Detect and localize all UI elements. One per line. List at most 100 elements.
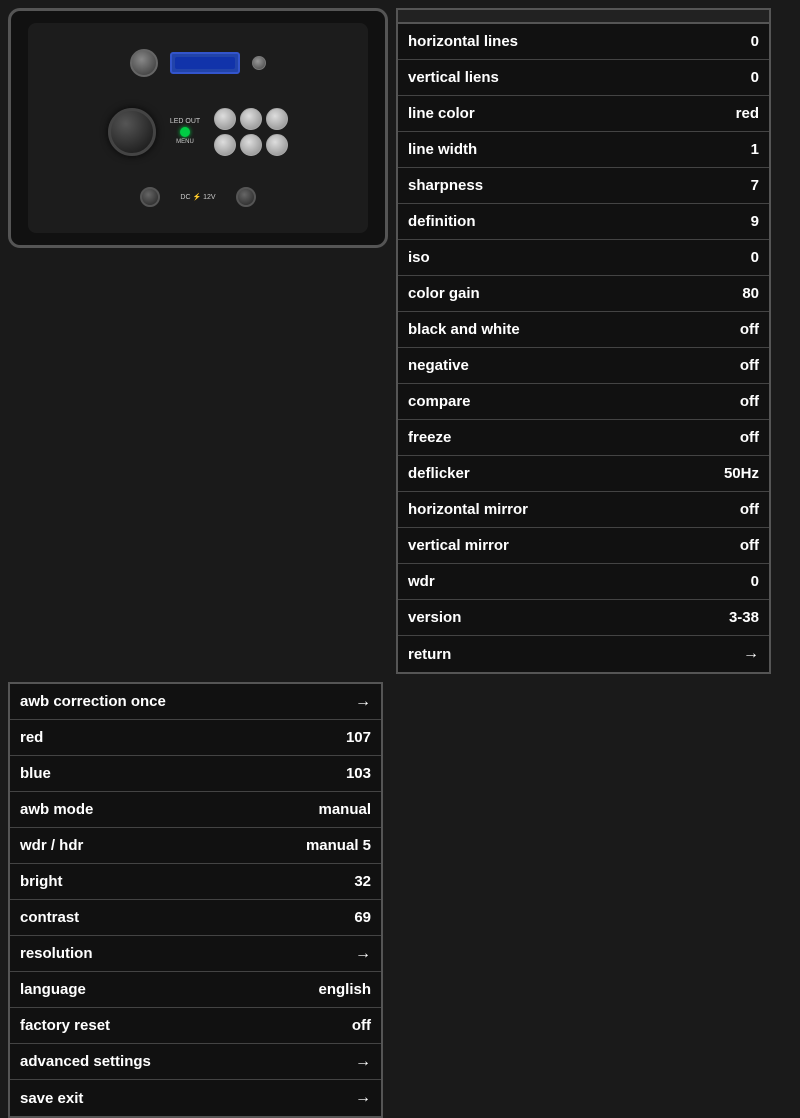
camera-led-indicator <box>180 127 190 137</box>
right-row-value-5: 9 <box>751 213 759 230</box>
left-menu-panel: awb correction once → red 107 blue 103 awb mod… <box>8 682 383 1118</box>
left-row-value-9: off <box>352 1017 371 1034</box>
right-row-value-8: off <box>740 321 759 338</box>
left-row-value-4: manual 5 <box>306 837 371 854</box>
camera-port-right <box>236 187 256 207</box>
right-menu-row-12[interactable]: deflicker50Hz <box>398 456 769 492</box>
left-menu-row-11[interactable]: save exit → <box>10 1080 381 1116</box>
left-menu-row-6[interactable]: contrast 69 <box>10 900 381 936</box>
left-menu-row-7[interactable]: resolution→ <box>10 936 381 972</box>
camera-btn-2 <box>240 108 262 130</box>
right-menu-row-2[interactable]: line colorred <box>398 96 769 132</box>
right-menu-row-14[interactable]: vertical mirror off <box>398 528 769 564</box>
camera-vga-port <box>170 52 240 74</box>
left-row-label-1: red <box>20 729 43 746</box>
left-row-label-6: contrast <box>20 909 79 926</box>
right-menu-row-6[interactable]: iso 0 <box>398 240 769 276</box>
camera-btn-6 <box>266 134 288 156</box>
left-menu-row-9[interactable]: factory resetoff <box>10 1008 381 1044</box>
left-row-value-0: → <box>355 693 371 711</box>
right-menu-row-9[interactable]: negativeoff <box>398 348 769 384</box>
camera-btn-3 <box>266 108 288 130</box>
left-menu-row-5[interactable]: bright 32 <box>10 864 381 900</box>
left-row-label-11: save exit <box>20 1090 83 1107</box>
camera-body: LED OUT MENU DC ⚡ 12V <box>28 23 368 233</box>
right-row-value-16: 3-38 <box>729 609 759 626</box>
left-menu-row-0[interactable]: awb correction once → <box>10 684 381 720</box>
right-row-value-12: 50Hz <box>724 465 759 482</box>
right-row-value-15: 0 <box>751 573 759 590</box>
right-row-value-9: off <box>740 357 759 374</box>
left-row-value-2: 103 <box>346 765 371 782</box>
camera-btn-4 <box>214 134 236 156</box>
left-row-label-2: blue <box>20 765 51 782</box>
panels-row: awb correction once → red 107 blue 103 awb mod… <box>8 682 792 1118</box>
right-menu-row-15[interactable]: wdr 0 <box>398 564 769 600</box>
left-menu-row-10[interactable]: advanced settings→ <box>10 1044 381 1080</box>
right-panel-header <box>398 10 769 24</box>
right-row-label-10: compare <box>408 393 471 410</box>
camera-knob-left <box>130 49 158 77</box>
left-row-value-11: → <box>355 1089 371 1107</box>
left-row-label-10: advanced settings <box>20 1053 151 1070</box>
left-row-value-6: 69 <box>354 909 371 926</box>
left-row-label-7: resolution <box>20 945 93 962</box>
left-row-value-5: 32 <box>354 873 371 890</box>
camera-lens <box>108 108 156 156</box>
right-menu-row-0[interactable]: horizontal lines0 <box>398 24 769 60</box>
camera-buttons-group <box>214 108 288 156</box>
right-menu-row-3[interactable]: line width1 <box>398 132 769 168</box>
right-row-value-3: 1 <box>751 141 759 158</box>
right-menu-row-1[interactable]: vertical liens0 <box>398 60 769 96</box>
camera-led-section: LED OUT MENU <box>170 118 200 145</box>
right-row-label-6: iso <box>408 249 430 266</box>
right-menu-row-4[interactable]: sharpness7 <box>398 168 769 204</box>
left-row-label-8: language <box>20 981 86 998</box>
right-row-label-13: horizontal mirror <box>408 501 528 518</box>
right-menu-row-13[interactable]: horizontal mirror off <box>398 492 769 528</box>
right-row-value-4: 7 <box>751 177 759 194</box>
camera-device-image: LED OUT MENU DC ⚡ 12V <box>8 8 388 248</box>
right-row-label-2: line color <box>408 105 475 122</box>
left-menu-row-4[interactable]: wdr / hdr manual 5 <box>10 828 381 864</box>
left-rows-container: awb correction once → red 107 blue 103 awb mod… <box>10 684 381 1116</box>
right-menu-row-10[interactable]: compare off <box>398 384 769 420</box>
right-menu-row-11[interactable]: freezeoff <box>398 420 769 456</box>
left-row-label-0: awb correction once <box>20 693 166 710</box>
right-row-label-14: vertical mirror <box>408 537 509 554</box>
right-menu-row-16[interactable]: version 3-38 <box>398 600 769 636</box>
left-menu-row-2[interactable]: blue 103 <box>10 756 381 792</box>
right-row-value-14: off <box>740 537 759 554</box>
right-menu-row-7[interactable]: color gain 80 <box>398 276 769 312</box>
camera-btn-1 <box>214 108 236 130</box>
left-row-value-8: english <box>318 981 371 998</box>
right-row-label-16: version <box>408 609 461 626</box>
right-row-value-7: 80 <box>742 285 759 302</box>
right-row-label-15: wdr <box>408 573 435 590</box>
right-row-value-6: 0 <box>751 249 759 266</box>
right-menu-row-17[interactable]: return → <box>398 636 769 672</box>
left-row-label-5: bright <box>20 873 63 890</box>
right-row-label-7: color gain <box>408 285 480 302</box>
left-row-label-3: awb mode <box>20 801 93 818</box>
right-row-label-1: vertical liens <box>408 69 499 86</box>
right-menu-row-8[interactable]: black and whiteoff <box>398 312 769 348</box>
right-rows-container: horizontal lines0vertical liens0line col… <box>398 24 769 672</box>
right-row-label-0: horizontal lines <box>408 33 518 50</box>
right-menu-row-5[interactable]: definition 9 <box>398 204 769 240</box>
camera-middle-row: LED OUT MENU <box>38 108 358 156</box>
camera-bottom-row: DC ⚡ 12V <box>38 187 358 207</box>
left-row-label-4: wdr / hdr <box>20 837 83 854</box>
right-row-label-17: return <box>408 646 451 663</box>
right-row-value-17: → <box>743 645 759 663</box>
camera-menu-label: MENU <box>170 139 200 145</box>
camera-screw-right <box>252 56 266 70</box>
right-row-value-10: off <box>740 393 759 410</box>
camera-btn-5 <box>240 134 262 156</box>
left-row-value-1: 107 <box>346 729 371 746</box>
right-row-label-5: definition <box>408 213 476 230</box>
left-menu-row-8[interactable]: language english <box>10 972 381 1008</box>
right-row-value-13: off <box>740 501 759 518</box>
left-menu-row-1[interactable]: red 107 <box>10 720 381 756</box>
left-menu-row-3[interactable]: awb modemanual <box>10 792 381 828</box>
